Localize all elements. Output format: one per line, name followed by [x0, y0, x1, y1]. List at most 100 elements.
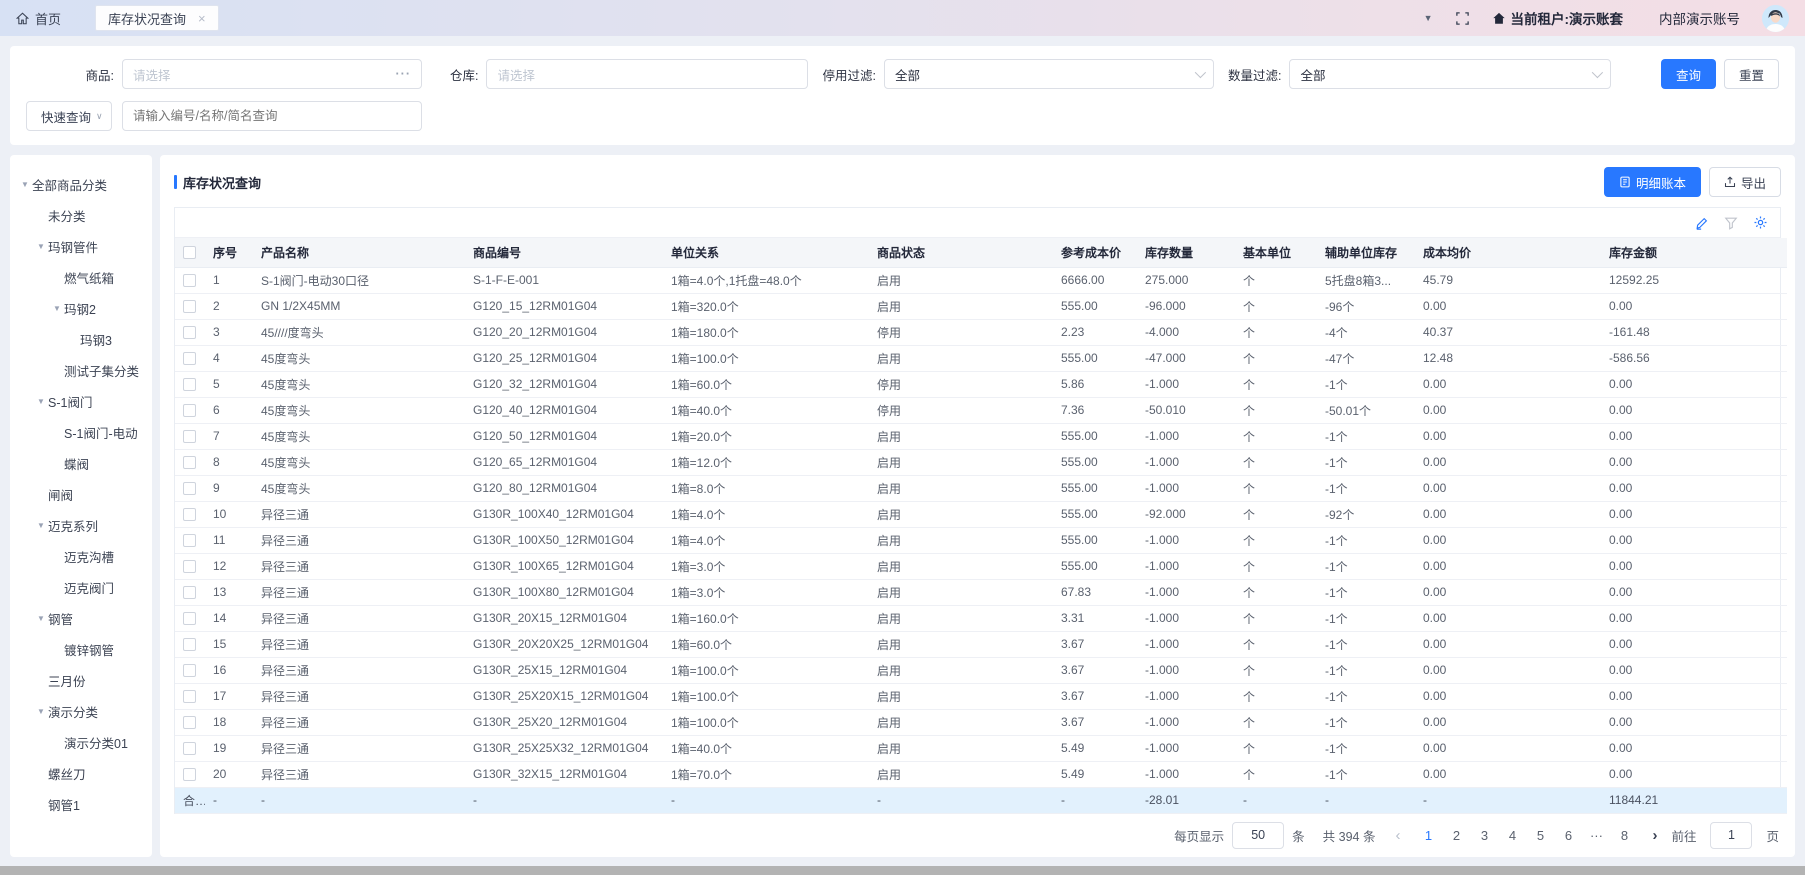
page-size-input[interactable]	[1232, 822, 1284, 849]
table-row[interactable]: 19异径三通G130R_25X25X32_12RM01G041箱=40.0个启用…	[175, 735, 1787, 761]
table-row[interactable]: 645度弯头G120_40_12RM01G041箱=40.0个停用7.36-50…	[175, 397, 1787, 423]
tree-item[interactable]: 玛钢3	[10, 324, 152, 355]
table-row[interactable]: 20异径三通G130R_32X15_12RM01G041箱=70.0个启用5.4…	[175, 761, 1787, 787]
table-row[interactable]: 1S-1阀门-电动30口径S-1-F-E-0011箱=4.0个,1托盘=48.0…	[175, 267, 1787, 293]
pager-page[interactable]: 3	[1470, 821, 1498, 849]
tree-item[interactable]: 螺丝刀	[10, 758, 152, 789]
fullscreen-icon[interactable]	[1455, 11, 1470, 26]
table-row[interactable]: 12异径三通G130R_100X65_12RM01G041箱=3.0个启用555…	[175, 553, 1787, 579]
caret-down-icon[interactable]: ▼	[34, 521, 48, 530]
qty-filter-select[interactable]: 全部	[1289, 59, 1611, 89]
row-checkbox[interactable]	[183, 404, 196, 417]
tree-item[interactable]: ▼玛钢2	[10, 293, 152, 324]
table-row[interactable]: 16异径三通G130R_25X15_12RM01G041箱=100.0个启用3.…	[175, 657, 1787, 683]
caret-down-icon[interactable]: ▼	[34, 614, 48, 623]
pager-page[interactable]: 4	[1498, 821, 1526, 849]
table-row[interactable]: 845度弯头G120_65_12RM01G041箱=12.0个启用555.00-…	[175, 449, 1787, 475]
tree-item[interactable]: ▼演示分类	[10, 696, 152, 727]
user-avatar[interactable]	[1762, 5, 1789, 32]
reset-button[interactable]: 重置	[1724, 59, 1779, 89]
row-checkbox[interactable]	[183, 586, 196, 599]
warehouse-select-input[interactable]: 请选择	[486, 59, 808, 89]
row-checkbox[interactable]	[183, 534, 196, 547]
row-checkbox[interactable]	[183, 664, 196, 677]
quick-query-input[interactable]	[122, 101, 422, 131]
table-row[interactable]: 15异径三通G130R_20X20X25_12RM01G041箱=60.0个启用…	[175, 631, 1787, 657]
row-checkbox[interactable]	[183, 690, 196, 703]
table-row[interactable]: 545度弯头G120_32_12RM01G041箱=60.0个停用5.86-1.…	[175, 371, 1787, 397]
row-checkbox[interactable]	[183, 300, 196, 313]
tree-item[interactable]: S-1阀门-电动	[10, 417, 152, 448]
goto-page-input[interactable]	[1710, 822, 1752, 849]
row-checkbox[interactable]	[183, 612, 196, 625]
prev-page-icon[interactable]: ‹	[1389, 827, 1406, 844]
caret-down-icon[interactable]: ▼	[50, 304, 64, 313]
topbar-dropdown-caret-icon[interactable]: ▼	[1424, 13, 1433, 23]
table-row[interactable]: 10异径三通G130R_100X40_12RM01G041箱=4.0个启用555…	[175, 501, 1787, 527]
tree-item[interactable]: 迈克沟槽	[10, 541, 152, 572]
row-checkbox[interactable]	[183, 560, 196, 573]
row-checkbox[interactable]	[183, 326, 196, 339]
row-checkbox[interactable]	[183, 378, 196, 391]
select-all-checkbox[interactable]	[183, 246, 196, 259]
caret-down-icon[interactable]: ▼	[18, 180, 32, 189]
row-checkbox[interactable]	[183, 430, 196, 443]
tree-item[interactable]: 闸阀	[10, 479, 152, 510]
caret-down-icon[interactable]: ▼	[34, 707, 48, 716]
tree-item[interactable]: 燃气纸箱	[10, 262, 152, 293]
pager-page[interactable]: 1	[1414, 821, 1442, 849]
bottom-scrollbar-strip[interactable]	[0, 866, 1805, 875]
table-row[interactable]: 345////度弯头G120_20_12RM01G041箱=180.0个停用2.…	[175, 319, 1787, 345]
quick-query-button[interactable]: 快速查询 ∨	[26, 101, 112, 131]
row-checkbox[interactable]	[183, 716, 196, 729]
tree-item[interactable]: 演示分类01	[10, 727, 152, 758]
row-checkbox[interactable]	[183, 456, 196, 469]
caret-down-icon[interactable]: ▼	[34, 397, 48, 406]
table-row[interactable]: 13异径三通G130R_100X80_12RM01G041箱=3.0个启用67.…	[175, 579, 1787, 605]
tree-item[interactable]: 迈克阀门	[10, 572, 152, 603]
tree-item[interactable]: ▼迈克系列	[10, 510, 152, 541]
table-row[interactable]: 2GN 1/2X45MMG120_15_12RM01G041箱=320.0个启用…	[175, 293, 1787, 319]
tree-item[interactable]: 三月份	[10, 665, 152, 696]
row-checkbox[interactable]	[183, 352, 196, 365]
row-checkbox[interactable]	[183, 638, 196, 651]
tree-item[interactable]: ▼玛钢管件	[10, 231, 152, 262]
table-row[interactable]: 445度弯头G120_25_12RM01G041箱=100.0个启用555.00…	[175, 345, 1787, 371]
tree-item[interactable]: 未分类	[10, 200, 152, 231]
tree-item[interactable]: 测试子集分类	[10, 355, 152, 386]
row-checkbox[interactable]	[183, 742, 196, 755]
export-button[interactable]: 导出	[1709, 167, 1781, 197]
caret-down-icon[interactable]: ▼	[34, 242, 48, 251]
tree-item[interactable]: ▼钢管	[10, 603, 152, 634]
pager-page[interactable]: 6	[1554, 821, 1582, 849]
account-name[interactable]: 内部演示账号	[1659, 8, 1740, 28]
table-row[interactable]: 945度弯头G120_80_12RM01G041箱=8.0个启用555.00-1…	[175, 475, 1787, 501]
table-row[interactable]: 18异径三通G130R_25X20_12RM01G041箱=100.0个启用3.…	[175, 709, 1787, 735]
tree-item[interactable]: ▼全部商品分类	[10, 169, 152, 200]
pager-ellipsis[interactable]: ···	[1582, 821, 1610, 849]
row-checkbox[interactable]	[183, 768, 196, 781]
settings-gear-icon[interactable]	[1753, 215, 1768, 230]
tree-item[interactable]: 钢管1	[10, 789, 152, 820]
table-row[interactable]: 11异径三通G130R_100X50_12RM01G041箱=4.0个启用555…	[175, 527, 1787, 553]
tree-item[interactable]: 蝶阀	[10, 448, 152, 479]
table-row[interactable]: 14异径三通G130R_20X15_12RM01G041箱=160.0个启用3.…	[175, 605, 1787, 631]
pager-page[interactable]: 5	[1526, 821, 1554, 849]
product-more-icon[interactable]: ···	[396, 67, 412, 81]
tree-item[interactable]: 镀锌钢管	[10, 634, 152, 665]
pager-page[interactable]: 2	[1442, 821, 1470, 849]
tab-close-icon[interactable]: ×	[198, 12, 206, 25]
tab-inventory-status[interactable]: 库存状况查询 ×	[95, 5, 219, 31]
table-row[interactable]: 745度弯头G120_50_12RM01G041箱=20.0个启用555.00-…	[175, 423, 1787, 449]
row-checkbox[interactable]	[183, 482, 196, 495]
filter-funnel-icon[interactable]	[1724, 216, 1738, 230]
pager-page[interactable]: 8	[1610, 821, 1638, 849]
tree-item[interactable]: ▼S-1阀门	[10, 386, 152, 417]
home-tab[interactable]: 首页	[16, 9, 61, 28]
detail-ledger-button[interactable]: 明细账本	[1604, 167, 1701, 197]
edit-pencil-icon[interactable]	[1695, 216, 1709, 230]
next-page-icon[interactable]: ›	[1646, 827, 1663, 844]
row-checkbox[interactable]	[183, 508, 196, 521]
table-row[interactable]: 17异径三通G130R_25X20X15_12RM01G041箱=100.0个启…	[175, 683, 1787, 709]
row-checkbox[interactable]	[183, 274, 196, 287]
